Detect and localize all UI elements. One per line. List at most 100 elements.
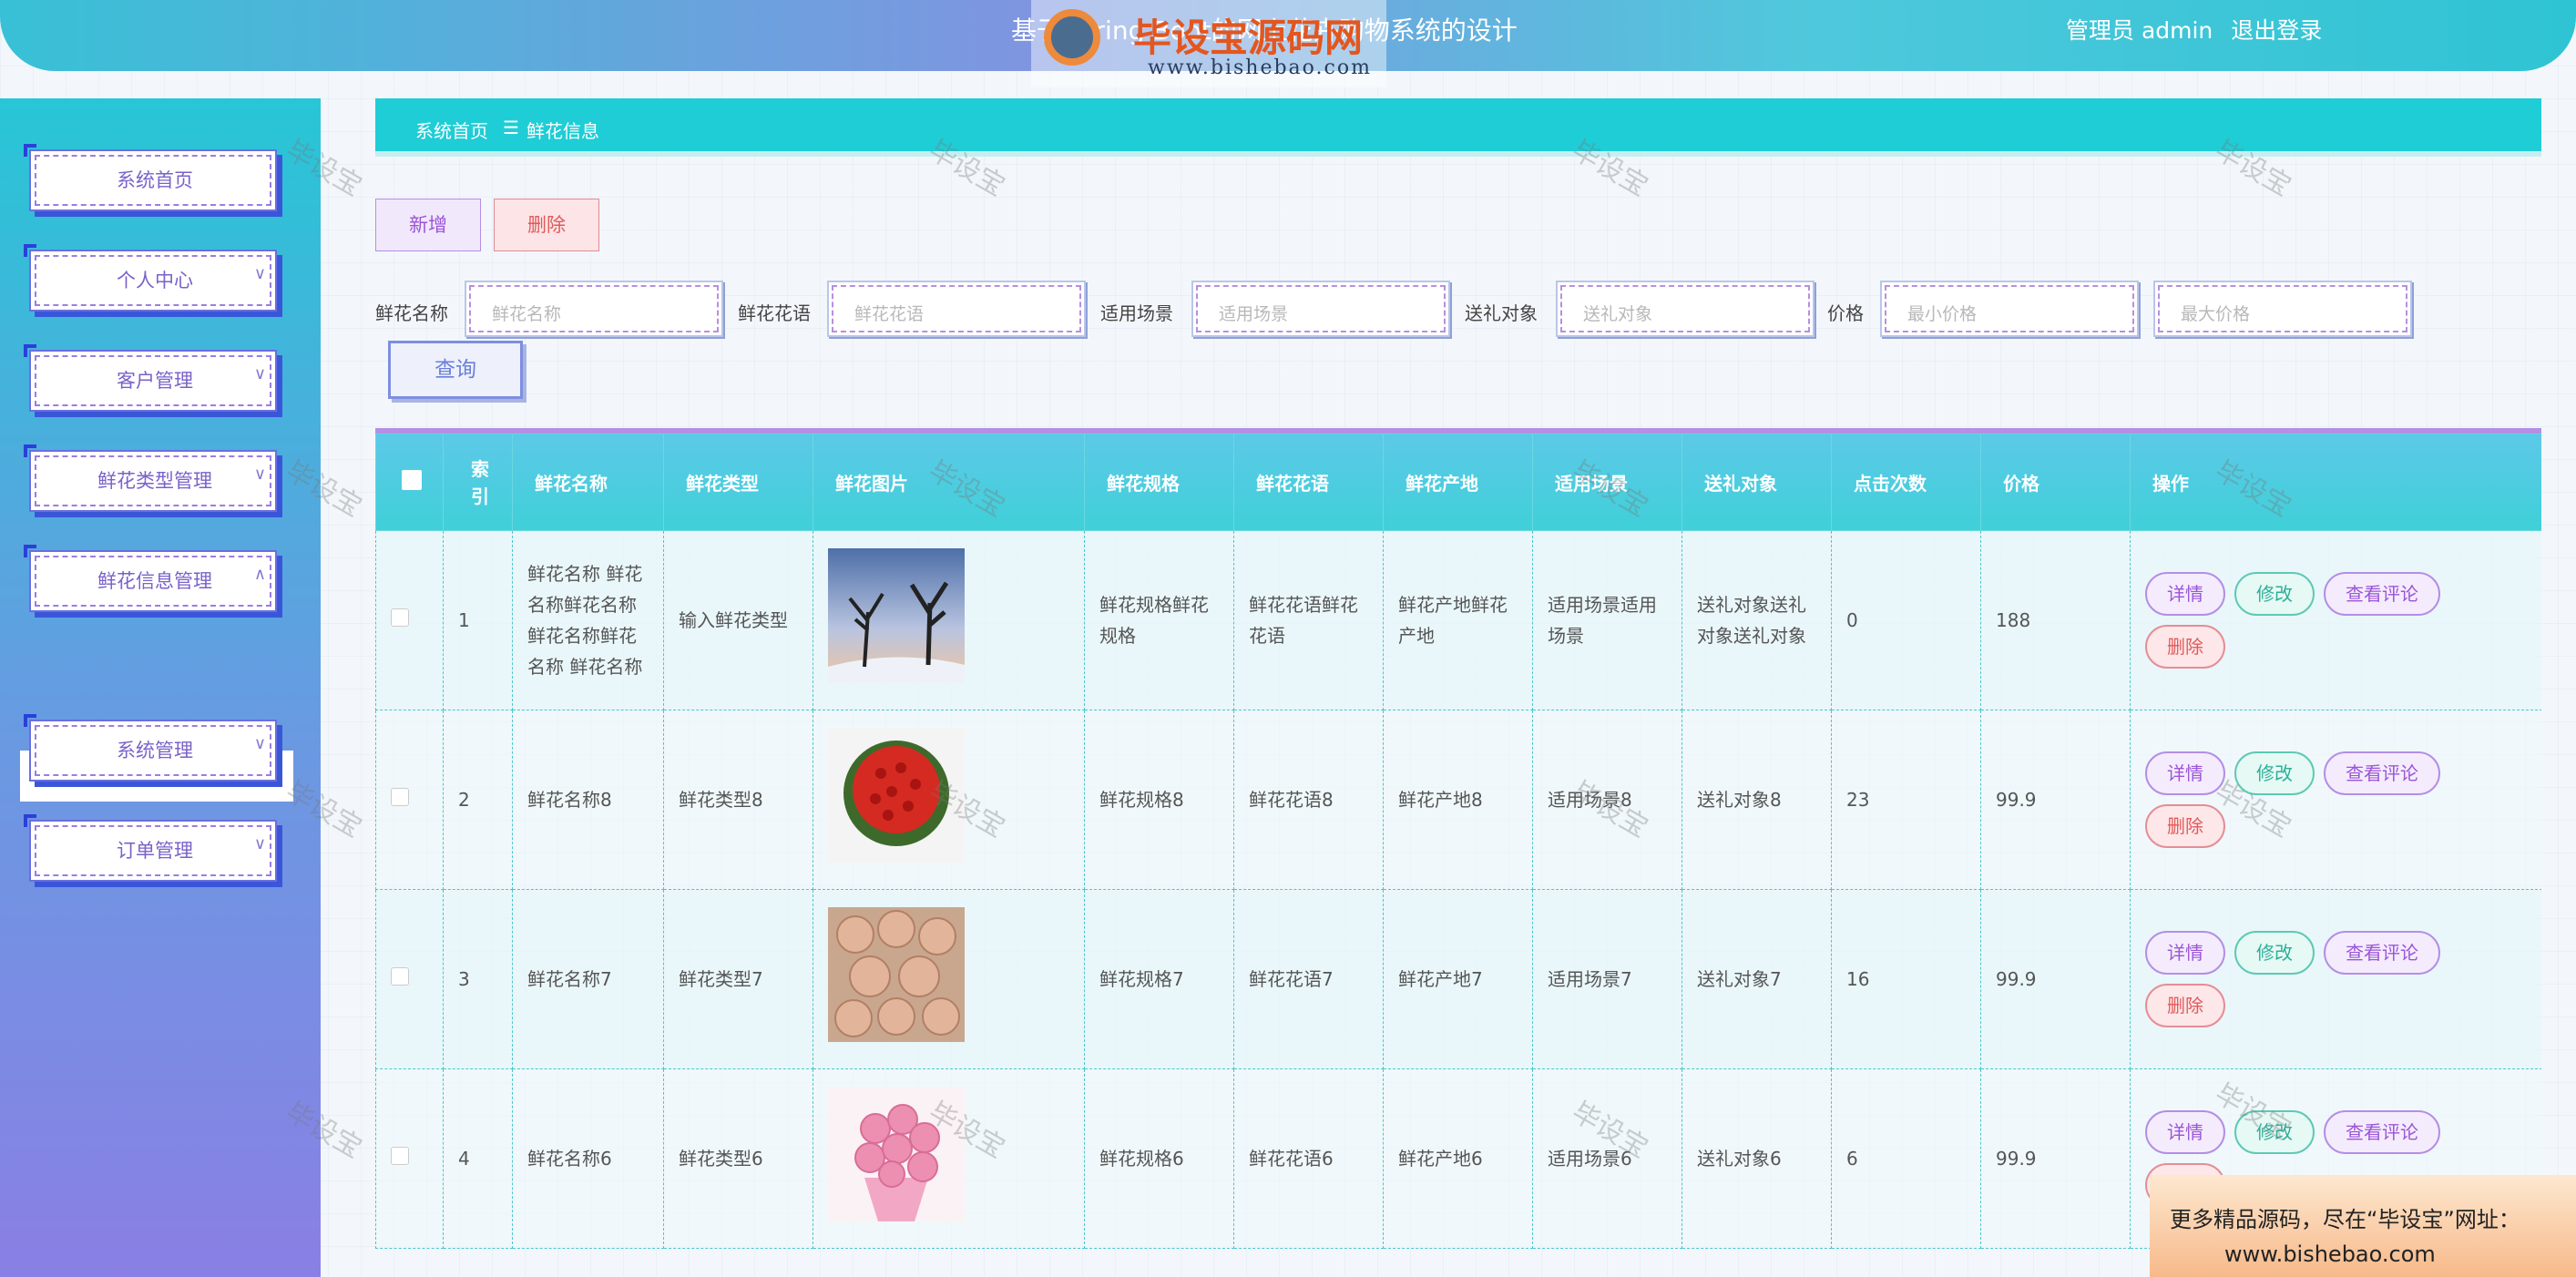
row-checkbox[interactable] xyxy=(391,1147,409,1165)
chevron-down-icon: ∨ xyxy=(253,364,266,383)
select-all-checkbox[interactable] xyxy=(402,470,422,490)
cell-name: 鲜花名称8 xyxy=(512,710,664,890)
sidebar-item-customers[interactable]: 客户管理 ∨ xyxy=(24,344,286,417)
cell-clicks: 16 xyxy=(1831,889,1981,1069)
row-actions: 详情修改查看评论删除 xyxy=(2145,931,2482,1027)
edit-button[interactable]: 修改 xyxy=(2234,931,2315,975)
table-header-row: 索 引 鲜花名称 鲜花类型 鲜花图片 鲜花规格 鲜花花语 鲜花产地 适用场景 送… xyxy=(375,434,2541,531)
cell-spec: 鲜花规格8 xyxy=(1084,710,1234,890)
sidebar-item-orders[interactable]: 订单管理 ∨ xyxy=(24,814,286,887)
logout-link[interactable]: 退出登录 xyxy=(2231,17,2322,44)
query-button[interactable]: 查询 xyxy=(388,341,523,399)
sidebar-item-label: 系统首页 xyxy=(117,169,193,191)
cell-price: 99.9 xyxy=(1980,889,2131,1069)
filter-price-min-input[interactable]: 最小价格 xyxy=(1880,281,2139,337)
flower-image xyxy=(828,1087,965,1221)
detail-button[interactable]: 详情 xyxy=(2145,751,2225,795)
row-delete-button[interactable]: 删除 xyxy=(2145,625,2225,669)
chevron-down-icon: ∨ xyxy=(253,734,266,753)
column-header: 适用场景 xyxy=(1532,434,1682,531)
sidebar-item-profile[interactable]: 个人中心 ∨ xyxy=(24,244,286,317)
cell-target: 送礼对象7 xyxy=(1682,889,1832,1069)
edit-button[interactable]: 修改 xyxy=(2234,751,2315,795)
cell-spec: 鲜花规格7 xyxy=(1084,889,1234,1069)
cell-origin: 鲜花产地7 xyxy=(1383,889,1533,1069)
column-header: 鲜花类型 xyxy=(663,434,813,531)
promo-banner-url: www.bishebao.com xyxy=(2224,1241,2436,1267)
column-header: 鲜花产地 xyxy=(1383,434,1533,531)
detail-button[interactable]: 详情 xyxy=(2145,572,2225,616)
cell-target: 送礼对象送礼对象送礼对象 xyxy=(1682,530,1832,710)
row-checkbox[interactable] xyxy=(391,608,409,627)
cell-clicks: 0 xyxy=(1831,530,1981,710)
cell-type: 鲜花类型8 xyxy=(663,710,813,890)
cell-type: 输入鲜花类型 xyxy=(663,530,813,710)
cell-spec: 鲜花规格鲜花规格 xyxy=(1084,530,1234,710)
sidebar-item-flower-types[interactable]: 鲜花类型管理 ∨ xyxy=(24,444,286,517)
filter-scene-label: 适用场景 xyxy=(1100,302,1173,324)
cell-target: 送礼对象6 xyxy=(1682,1068,1832,1249)
cell-origin: 鲜花产地8 xyxy=(1383,710,1533,890)
filter-language-input[interactable]: 鲜花花语 xyxy=(827,281,1086,337)
column-header: 鲜花花语 xyxy=(1233,434,1384,531)
sidebar-item-home[interactable]: 系统首页 xyxy=(24,144,286,217)
user-label: 管理员 admin xyxy=(2066,17,2213,44)
view-comments-button[interactable]: 查看评论 xyxy=(2324,572,2440,616)
filter-target-input[interactable]: 送礼对象 xyxy=(1556,281,1814,337)
chevron-down-icon: ∨ xyxy=(253,465,266,484)
cell-spec: 鲜花规格6 xyxy=(1084,1068,1234,1249)
cell-index: 4 xyxy=(443,1068,513,1249)
cell-origin: 鲜花产地6 xyxy=(1383,1068,1533,1249)
cell-type: 鲜花类型7 xyxy=(663,889,813,1069)
column-header: 鲜花名称 xyxy=(512,434,664,531)
table-row: 1 鲜花名称 鲜花名称鲜花名称鲜花名称鲜花名称 鲜花名称 输入鲜花类型 鲜花规格… xyxy=(375,530,2541,710)
detail-button[interactable]: 详情 xyxy=(2145,931,2225,975)
table-row: 2 鲜花名称8 鲜花类型8 鲜花规格8 鲜花花语8 鲜花产地8 适用场景8 送礼… xyxy=(375,710,2541,890)
view-comments-button[interactable]: 查看评论 xyxy=(2324,1110,2440,1154)
logo-icon xyxy=(1044,9,1100,66)
cell-language: 鲜花花语鲜花花语 xyxy=(1233,530,1384,710)
cell-price: 99.9 xyxy=(1980,1068,2131,1249)
add-button[interactable]: 新增 xyxy=(375,199,481,251)
delete-button[interactable]: 删除 xyxy=(494,199,599,251)
sidebar-item-label: 系统管理 xyxy=(117,740,193,761)
row-delete-button[interactable]: 删除 xyxy=(2145,984,2225,1027)
cell-index: 1 xyxy=(443,530,513,710)
flower-image xyxy=(828,728,965,863)
promo-banner[interactable]: 更多精品源码，尽在“毕设宝”网址： www.bishebao.com xyxy=(2150,1175,2576,1277)
detail-button[interactable]: 详情 xyxy=(2145,1110,2225,1154)
filter-price-max-input[interactable]: 最大价格 xyxy=(2153,281,2412,337)
edit-button[interactable]: 修改 xyxy=(2234,1110,2315,1154)
row-checkbox[interactable] xyxy=(391,788,409,806)
column-header: 操作 xyxy=(2130,434,2541,531)
cell-scene: 适用场景7 xyxy=(1532,889,1682,1069)
view-comments-button[interactable]: 查看评论 xyxy=(2324,751,2440,795)
column-header: 鲜花图片 xyxy=(813,434,1085,531)
cell-clicks: 6 xyxy=(1831,1068,1981,1249)
filter-name-input[interactable]: 鲜花名称 xyxy=(465,281,723,337)
filter-name-label: 鲜花名称 xyxy=(375,302,448,324)
filter-target-label: 送礼对象 xyxy=(1465,302,1538,324)
sidebar-item-label: 鲜花类型管理 xyxy=(97,470,212,492)
view-comments-button[interactable]: 查看评论 xyxy=(2324,931,2440,975)
column-header: 送礼对象 xyxy=(1682,434,1832,531)
row-delete-button[interactable]: 删除 xyxy=(2145,804,2225,848)
row-checkbox[interactable] xyxy=(391,967,409,986)
sidebar-item-system[interactable]: 系统管理 ∨ xyxy=(24,714,286,787)
breadcrumb-separator-icon: ☰ xyxy=(503,117,519,138)
flower-image xyxy=(828,907,965,1042)
sidebar-item-flower-info[interactable]: 鲜花信息管理 ∧ xyxy=(24,545,286,618)
edit-button[interactable]: 修改 xyxy=(2234,572,2315,616)
column-header: 价格 xyxy=(1980,434,2131,531)
cell-language: 鲜花花语7 xyxy=(1233,889,1384,1069)
sidebar-item-label: 个人中心 xyxy=(117,270,193,291)
breadcrumb-home[interactable]: 系统首页 xyxy=(415,117,488,143)
cell-price: 99.9 xyxy=(1980,710,2131,890)
watermark-logo: 毕设宝源码网 www.bishebao.com xyxy=(1031,0,1386,87)
cell-index: 2 xyxy=(443,710,513,890)
cell-name: 鲜花名称7 xyxy=(512,889,664,1069)
chevron-down-icon: ∨ xyxy=(253,834,266,853)
sidebar: 系统首页 个人中心∨ 客户管理∨ 鲜花类型管理∨ 鲜花信息管理∧ 鲜花信息 系统… xyxy=(0,98,321,1277)
cell-clicks: 23 xyxy=(1831,710,1981,890)
filter-scene-input[interactable]: 适用场景 xyxy=(1191,281,1450,337)
